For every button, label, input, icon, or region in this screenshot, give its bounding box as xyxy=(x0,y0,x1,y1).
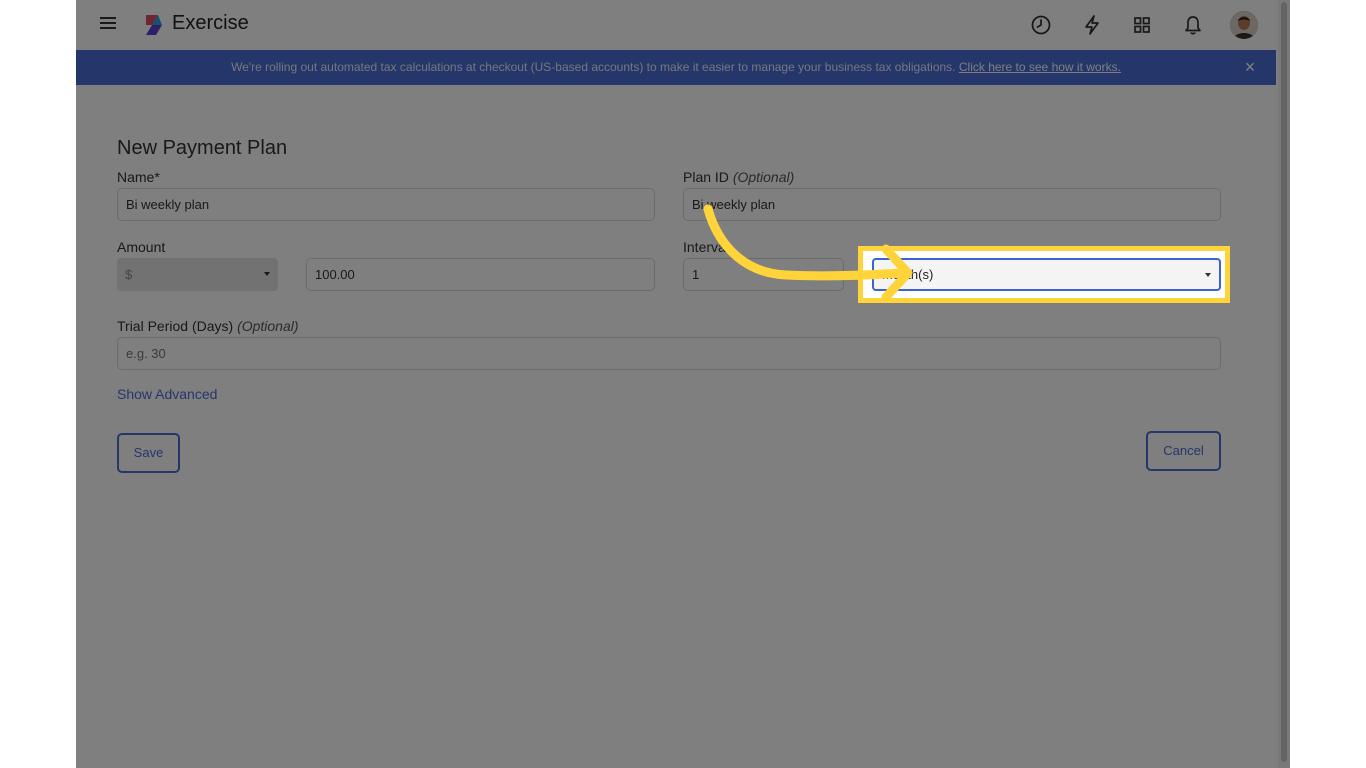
banner-link[interactable]: Click here to see how it works. xyxy=(959,60,1121,74)
trial-period-label: Trial Period (Days) (Optional) xyxy=(117,318,299,334)
save-button[interactable]: Save xyxy=(117,433,180,473)
plan-id-label: Plan ID (Optional) xyxy=(683,169,794,185)
exercise-logo-icon xyxy=(146,15,162,35)
currency-select[interactable]: $ xyxy=(117,258,278,291)
interval-unit-select[interactable]: Month(s) xyxy=(872,258,1221,291)
plan-id-label-text: Plan ID xyxy=(683,169,729,185)
plan-id-optional-text: (Optional) xyxy=(732,169,795,185)
menu-icon[interactable] xyxy=(98,13,120,35)
trial-period-label-text: Trial Period (Days) xyxy=(117,318,234,334)
scrollbar-thumb[interactable] xyxy=(1281,2,1287,762)
interval-count-input[interactable]: 1 xyxy=(683,258,844,291)
history-icon[interactable] xyxy=(1028,12,1054,38)
payment-plan-form: New Payment Plan Name* Bi weekly plan Pl… xyxy=(76,85,1276,768)
currency-value: $ xyxy=(125,267,133,282)
apps-grid-icon[interactable] xyxy=(1129,12,1155,38)
chevron-down-icon xyxy=(1205,273,1211,277)
app-title: Exercise xyxy=(172,12,249,34)
scrollbar[interactable] xyxy=(1278,0,1290,768)
trial-period-input[interactable]: e.g. 30 xyxy=(117,337,1221,370)
amount-label: Amount xyxy=(117,239,166,255)
trial-period-optional-text: (Optional) xyxy=(237,318,299,334)
plan-id-input[interactable]: Bi weekly plan xyxy=(683,188,1221,221)
bell-icon[interactable] xyxy=(1180,12,1206,38)
announcement-banner: We're rolling out automated tax calculat… xyxy=(76,50,1276,85)
banner-text: We're rolling out automated tax calculat… xyxy=(231,60,959,74)
cancel-button[interactable]: Cancel xyxy=(1146,431,1221,471)
close-icon[interactable]: × xyxy=(1242,50,1258,85)
show-advanced-link[interactable]: Show Advanced xyxy=(117,386,217,402)
interval-unit-value: Month(s) xyxy=(882,267,934,282)
app-window: Exercise We're rolling out automated tax… xyxy=(76,0,1290,768)
amount-input[interactable]: 100.00 xyxy=(306,258,655,291)
name-input[interactable]: Bi weekly plan xyxy=(117,188,655,221)
user-avatar-icon xyxy=(1230,11,1258,39)
chevron-down-icon xyxy=(264,272,270,276)
top-bar: Exercise xyxy=(76,0,1290,50)
page-title: New Payment Plan xyxy=(117,137,288,159)
name-label: Name* xyxy=(117,169,160,185)
avatar[interactable] xyxy=(1230,11,1258,39)
bolt-icon[interactable] xyxy=(1079,12,1105,38)
interval-label: Interval xyxy=(683,239,729,255)
